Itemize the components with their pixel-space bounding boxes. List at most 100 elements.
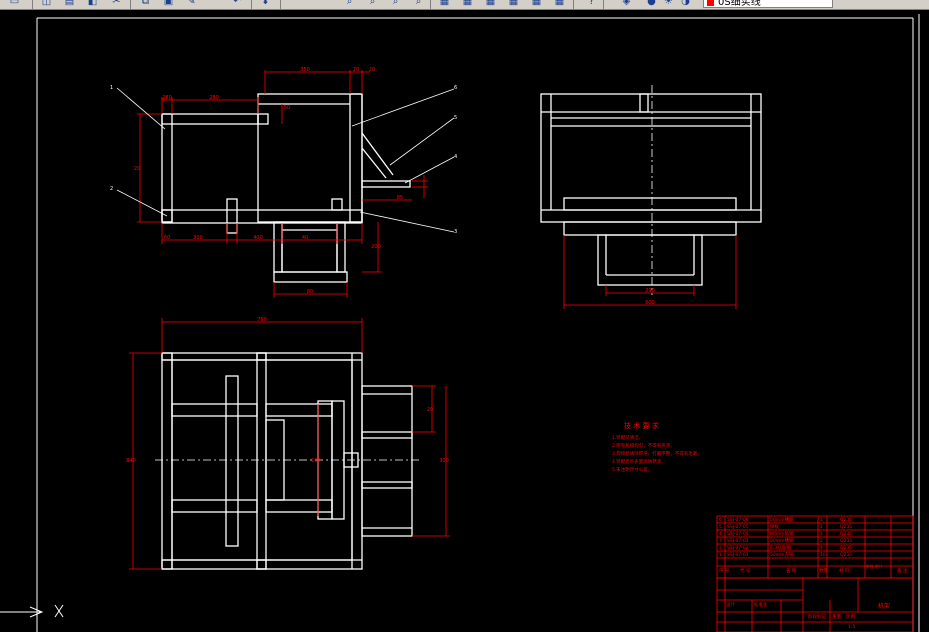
bom-cell-qty: 10 [820,552,826,558]
svg-text:技 术 要 求: 技 术 要 求 [624,421,659,430]
bom-cell-mat: Q235 [840,517,852,523]
svg-text:名 称: 名 称 [786,567,797,574]
svg-text:5: 5 [454,115,457,121]
open-icon[interactable]: ◫ [40,0,53,8]
svg-text:3: 3 [454,229,457,235]
svg-text:1.装配前清洁。: 1.装配前清洁。 [612,434,643,441]
svg-text:80: 80 [307,289,313,295]
zoom-icon[interactable]: ⌕ [343,0,356,8]
bom-cell-name: 钢板 [770,523,779,530]
bom-cell-qty: 1 [820,524,823,530]
svg-text:序 号: 序 号 [719,567,730,574]
bom-cell-code: SSJ-07-04 [727,531,749,537]
copy-icon[interactable]: ⧉ [139,0,152,8]
paste-icon[interactable]: ▣ [162,0,175,8]
svg-text:6: 6 [454,85,457,91]
layer-manager-icon[interactable]: ◈ [620,0,633,8]
technical-notes: 技 术 要 求 1.装配前清洁。 2.所有焦缝均匀，不得有夹渣。 3.焊接后清除… [612,421,702,473]
svg-text:数量: 数量 [819,567,828,574]
bom-cell-code: SSJ-07-06 [727,517,749,523]
svg-text:40: 40 [302,235,308,241]
toolbar-separator [430,0,431,9]
svg-text:机架: 机架 [878,602,890,610]
bom-cell-no: 5 [719,524,722,530]
layer-help-icon[interactable]: ? [585,0,598,8]
svg-text:标准化: 标准化 [754,601,768,608]
design-center-icon[interactable]: ▦ [438,0,451,8]
print-icon[interactable]: ▤ [63,0,76,8]
bom-cell-qty: 2 [820,538,823,544]
pan-icon[interactable]: ⬇ [259,0,272,8]
bom-cell-qty: 1 [820,531,823,537]
undo-icon[interactable]: ↶ [231,0,244,8]
zoom-prev-icon[interactable]: ⌕ [389,0,402,8]
bom-cell-no: 3 [719,538,722,544]
ucs-axis-icon [0,604,64,618]
svg-text:20: 20 [134,166,140,172]
top-view-dim-text: 780 840 20 100 300 [126,317,449,464]
svg-text:20: 20 [369,67,375,73]
svg-text:备 注: 备 注 [897,567,908,574]
svg-text:设计: 设计 [726,601,735,608]
bom-cell-code: SSJ-07-02 [727,545,749,551]
bulb-icon[interactable]: ● [645,0,658,8]
toolbar-separator [32,0,33,9]
toolbar-separator [603,0,604,9]
bom-cell-name: 80mm角钢 [770,530,794,537]
svg-text:400: 400 [253,235,263,241]
svg-text:50: 50 [284,105,290,111]
preview-icon[interactable]: ◧ [86,0,99,8]
svg-text:290: 290 [645,288,655,294]
drawing-canvas[interactable]: 350 20 20 280 280 50 20 300 400 40 60 20… [0,10,929,632]
bom-header: 序 号 代 号 名 称 数量 材 料 单件 总计 备 注 [719,564,908,574]
svg-text:2.所有焦缝均匀，不得有夹渣。: 2.所有焦缝均匀，不得有夹渣。 [612,442,675,449]
svg-text:20: 20 [353,67,359,73]
svg-text:4.装配后外表面涂防锈漆。: 4.装配后外表面涂防锈漆。 [612,458,666,465]
front-view [161,93,411,283]
svg-text:3.焊接后清除焊渣，打磨平整，不得有毛刺。: 3.焊接后清除焊渣，打磨平整，不得有毛刺。 [612,450,702,457]
sun-icon[interactable]: ☀ [662,0,675,8]
properties-icon[interactable]: ⌕ [412,0,425,8]
svg-text:2: 2 [110,186,113,192]
svg-text:单件 总计: 单件 总计 [866,564,883,569]
bom-cell-name: 50mm槽钢 [770,516,794,523]
svg-text:材 料: 材 料 [839,567,850,574]
match-icon[interactable]: ✎ [185,0,198,8]
lock-icon[interactable]: ◑ [679,0,692,8]
bom-cell-no: 2 [719,545,722,551]
layer-dropdown[interactable]: 0S细实线 [703,0,833,8]
cut-icon[interactable]: ✂ [110,0,123,8]
grid-icon[interactable]: ▦ [507,0,520,8]
zoom-window-icon[interactable]: ⌕ [366,0,379,8]
bom-cell-no: 6 [719,517,722,523]
save-icon[interactable]: ▭ [8,0,21,8]
layer-name: 0S细实线 [718,0,761,8]
svg-text:350: 350 [300,67,310,73]
bom-cell-qty: 1 [820,517,823,523]
standard-toolbar: ▭ ◫ ▤ ◧ ✂ ⧉ ▣ ✎ ↶ ⬇ ⌕ ⌕ ⌕ ⌕ ▦ ▦ ▦ ▦ ▦ ▦ … [0,0,929,10]
svg-text:200: 200 [371,244,381,250]
svg-text:代 号: 代 号 [740,567,751,574]
bom-cell-qty: 4 [820,545,823,551]
help-icon[interactable]: ▦ [530,0,543,8]
svg-text:280: 280 [162,95,172,101]
bom-cell-no: 4 [719,531,722,537]
svg-text:5.未注明尺寸公差。: 5.未注明尺寸公差。 [612,466,652,473]
side-view-dimensions [563,235,737,309]
tool-palette-icon[interactable]: ▦ [461,0,474,8]
svg-text:780: 780 [257,317,267,323]
toolbar-separator [280,0,281,9]
svg-text:比例: 比例 [846,613,855,620]
svg-text:60: 60 [164,235,170,241]
side-view-dim-text: 290 600 [645,288,655,306]
svg-text:600: 600 [645,300,655,306]
layer-grid-icon[interactable]: ▦ [553,0,566,8]
svg-text:4: 4 [454,154,457,160]
svg-text:阶段标记: 阶段标记 [808,613,826,620]
calculator-icon[interactable]: ▦ [484,0,497,8]
svg-text:1:5: 1:5 [848,624,855,630]
bom-cell-mat: Q235 [840,524,852,530]
top-view-dimensions [129,318,450,570]
bom-cell-mat: Q235 [840,531,852,537]
side-view [540,93,762,286]
